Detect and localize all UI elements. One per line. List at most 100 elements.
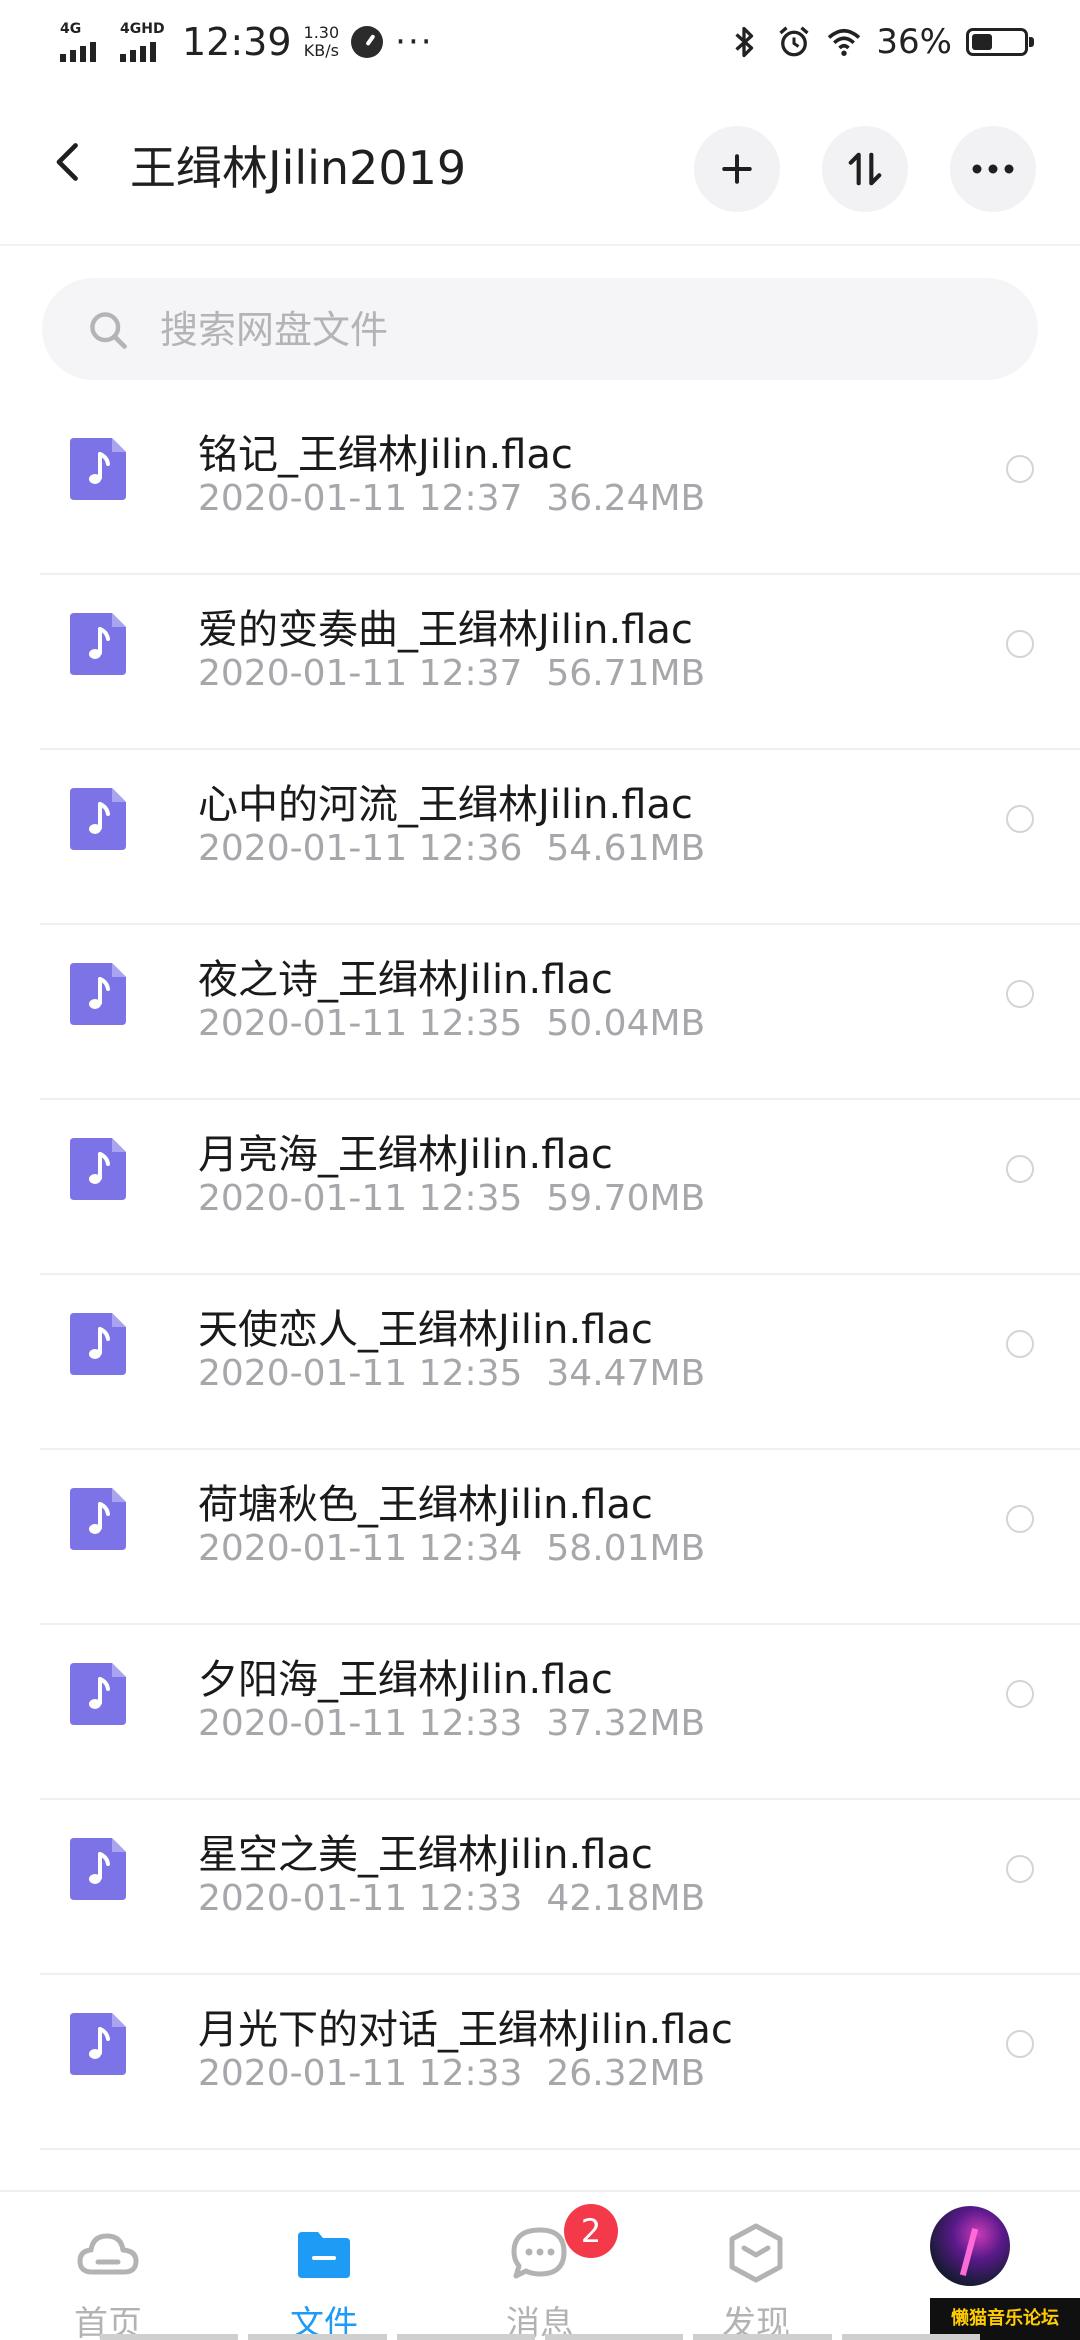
select-radio[interactable]	[1006, 1155, 1034, 1183]
add-button[interactable]	[694, 126, 780, 212]
status-right: 36%	[726, 18, 1034, 66]
page-title: 王缉林Jilin2019	[130, 141, 467, 195]
network-speed-unit: KB/s	[303, 41, 339, 60]
file-date: 2020-01-11 12:34	[198, 1528, 523, 1569]
status-more-icon: ···	[395, 22, 434, 62]
file-size: 26.32MB	[546, 2053, 706, 2094]
network-speed-value: 1.30	[303, 23, 340, 42]
file-meta: 2020-01-11 12:35 50.04MB	[198, 1003, 705, 1044]
battery-percent: 36%	[876, 22, 952, 62]
file-row[interactable]: 荷塘秋色_王缉林Jilin.flac 2020-01-11 12:34 58.01M…	[40, 1450, 1080, 1625]
select-radio[interactable]	[1006, 805, 1034, 833]
file-name: 星空之美_王缉林Jilin.flac	[198, 1832, 653, 1878]
file-row[interactable]: 月光下的对话_王缉林Jilin.flac 2020-01-11 12:33 26.3…	[40, 1975, 1080, 2150]
nav-messages[interactable]: 2 消息	[450, 2192, 630, 2340]
status-bar: 4G 4GHD 12:39 1.30 KB/s ··· 36%	[0, 0, 1080, 84]
cloud-icon	[77, 2233, 139, 2275]
file-name: 铭记_王缉林Jilin.flac	[198, 432, 573, 478]
file-size: 42.18MB	[546, 1878, 706, 1919]
network-label-2: 4GHD	[120, 21, 165, 37]
file-list: 铭记_王缉林Jilin.flac 2020-01-11 12:37 36.24MB 爱…	[40, 400, 1080, 2150]
file-size: 54.61MB	[546, 828, 706, 869]
file-row[interactable]: 星空之美_王缉林Jilin.flac 2020-01-11 12:33 42.18M…	[40, 1800, 1080, 1975]
select-radio[interactable]	[1006, 630, 1034, 658]
battery-icon	[966, 28, 1034, 56]
file-row[interactable]: 天使恋人_王缉林Jilin.flac 2020-01-11 12:35 34.47M…	[40, 1275, 1080, 1450]
music-file-icon	[70, 1663, 126, 1725]
music-file-icon	[70, 438, 126, 500]
file-name: 荷塘秋色_王缉林Jilin.flac	[198, 1482, 653, 1528]
select-radio[interactable]	[1006, 1855, 1034, 1883]
file-size: 34.47MB	[546, 1353, 706, 1394]
file-row[interactable]: 夜之诗_王缉林Jilin.flac 2020-01-11 12:35 50.04MB	[40, 925, 1080, 1100]
file-name: 爱的变奏曲_王缉林Jilin.flac	[198, 607, 693, 653]
file-meta: 2020-01-11 12:33 42.18MB	[198, 1878, 705, 1919]
file-size: 59.70MB	[546, 1178, 706, 1219]
file-date: 2020-01-11 12:35	[198, 1178, 523, 1219]
speedometer-icon	[351, 26, 384, 58]
more-options-button[interactable]	[950, 126, 1036, 212]
file-size: 56.71MB	[546, 653, 706, 694]
file-date: 2020-01-11 12:35	[198, 1353, 523, 1394]
music-file-icon	[70, 788, 126, 850]
file-meta: 2020-01-11 12:33 37.32MB	[198, 1703, 705, 1744]
file-row[interactable]: 铭记_王缉林Jilin.flac 2020-01-11 12:37 36.24MB	[40, 400, 1080, 575]
file-row[interactable]: 月亮海_王缉林Jilin.flac 2020-01-11 12:35 59.70MB	[40, 1100, 1080, 1275]
file-date: 2020-01-11 12:35	[198, 1003, 523, 1044]
network-speed: 1.30 KB/s	[304, 24, 340, 60]
network-label-1: 4G	[60, 21, 82, 37]
plus-icon	[722, 154, 752, 184]
file-row[interactable]: 爱的变奏曲_王缉林Jilin.flac 2020-01-11 12:37 56.71…	[40, 575, 1080, 750]
select-radio[interactable]	[1006, 455, 1034, 483]
file-date: 2020-01-11 12:36	[198, 828, 523, 869]
file-meta: 2020-01-11 12:35 59.70MB	[198, 1178, 705, 1219]
file-meta: 2020-01-11 12:37 36.24MB	[198, 478, 705, 519]
music-file-icon	[70, 963, 126, 1025]
file-date: 2020-01-11 12:37	[198, 653, 523, 694]
folder-icon	[298, 2232, 350, 2278]
file-size: 36.24MB	[546, 478, 706, 519]
music-file-icon	[70, 1488, 126, 1550]
screen: 4G 4GHD 12:39 1.30 KB/s ··· 36% 王缉林Jilin…	[0, 0, 1080, 2340]
status-left: 4G 4GHD 12:39 1.30 KB/s ···	[58, 18, 434, 66]
select-radio[interactable]	[1006, 2030, 1034, 2058]
file-date: 2020-01-11 12:33	[198, 2053, 523, 2094]
select-radio[interactable]	[1006, 1505, 1034, 1533]
file-date: 2020-01-11 12:33	[198, 1703, 523, 1744]
file-meta: 2020-01-11 12:37 56.71MB	[198, 653, 705, 694]
select-radio[interactable]	[1006, 980, 1034, 1008]
bottom-nav: 首页 文件 2 消息 发现	[0, 2190, 1080, 2340]
select-radio[interactable]	[1006, 1330, 1034, 1358]
back-icon[interactable]	[48, 140, 92, 184]
file-date: 2020-01-11 12:33	[198, 1878, 523, 1919]
file-name: 心中的河流_王缉林Jilin.flac	[198, 782, 693, 828]
nav-home[interactable]: 首页	[18, 2192, 198, 2340]
search-bar[interactable]	[42, 278, 1038, 380]
sort-arrows-icon	[848, 152, 882, 186]
music-file-icon	[70, 613, 126, 675]
nav-discover[interactable]: 发现	[666, 2192, 846, 2340]
more-dots-icon	[972, 164, 1014, 174]
file-meta: 2020-01-11 12:35 34.47MB	[198, 1353, 705, 1394]
nav-files[interactable]: 文件	[234, 2192, 414, 2340]
avatar[interactable]	[930, 2206, 1010, 2286]
select-radio[interactable]	[1006, 1680, 1034, 1708]
file-row[interactable]: 夕阳海_王缉林Jilin.flac 2020-01-11 12:33 37.32MB	[40, 1625, 1080, 1800]
file-row[interactable]: 心中的河流_王缉林Jilin.flac 2020-01-11 12:36 54.61…	[40, 750, 1080, 925]
sort-button[interactable]	[822, 126, 908, 212]
file-meta: 2020-01-11 12:36 54.61MB	[198, 828, 705, 869]
file-name: 天使恋人_王缉林Jilin.flac	[198, 1307, 653, 1353]
signal-4ghd-icon: 4GHD	[118, 22, 166, 62]
alarm-icon	[779, 26, 810, 57]
file-name: 夕阳海_王缉林Jilin.flac	[198, 1657, 613, 1703]
messages-badge: 2	[564, 2204, 618, 2258]
bluetooth-icon	[735, 26, 754, 58]
title-bar: 王缉林Jilin2019	[0, 84, 1080, 246]
file-size: 37.32MB	[546, 1703, 706, 1744]
file-name: 月亮海_王缉林Jilin.flac	[198, 1132, 613, 1178]
cube-icon	[729, 2223, 783, 2283]
file-name: 月光下的对话_王缉林Jilin.flac	[198, 2007, 733, 2053]
file-size: 50.04MB	[546, 1003, 706, 1044]
search-input[interactable]	[158, 298, 982, 362]
file-meta: 2020-01-11 12:34 58.01MB	[198, 1528, 705, 1569]
